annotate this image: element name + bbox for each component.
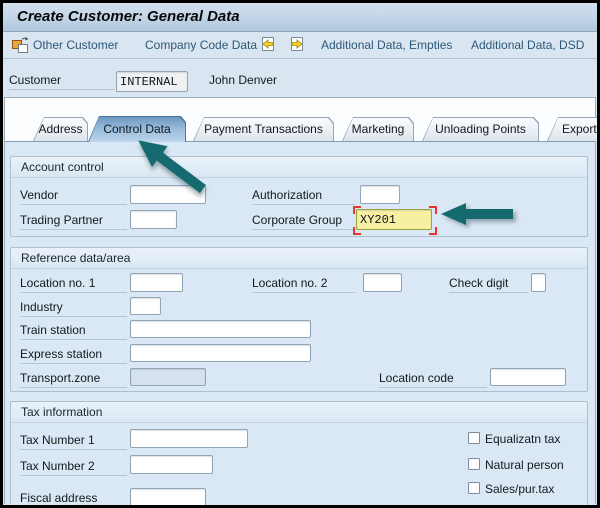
- fiscal-address-label: Fiscal address: [20, 490, 127, 508]
- tab-payment-transactions[interactable]: Payment Transactions: [193, 117, 334, 141]
- location1-input[interactable]: [130, 273, 183, 292]
- natural-person-checkbox[interactable]: [468, 458, 480, 470]
- tax-number2-input[interactable]: [130, 455, 213, 474]
- next-screen-icon[interactable]: [289, 36, 305, 53]
- location-code-label: Location code: [379, 370, 487, 388]
- natural-person-label: Natural person: [485, 458, 564, 472]
- customer-label: Customer: [9, 72, 115, 90]
- page-title: Create Customer: General Data: [17, 8, 240, 25]
- company-code-data-button[interactable]: Company Code Data: [145, 38, 257, 52]
- industry-label: Industry: [20, 299, 127, 317]
- customer-header-area: Customer John Denver: [3, 59, 597, 97]
- application-toolbar: Other Customer Company Code Data Additio…: [3, 32, 597, 59]
- customer-input[interactable]: [116, 71, 188, 92]
- location-code-input[interactable]: [490, 368, 566, 386]
- train-station-input[interactable]: [130, 320, 311, 338]
- tab-unloading-points[interactable]: Unloading Points: [422, 117, 539, 141]
- express-station-label: Express station: [20, 346, 127, 364]
- additional-data-empties-button[interactable]: Additional Data, Empties: [321, 38, 452, 52]
- vendor-label: Vendor: [20, 187, 127, 205]
- train-station-label: Train station: [20, 322, 127, 340]
- other-customer-icon: [11, 36, 29, 53]
- title-bar: Create Customer: General Data: [3, 3, 597, 32]
- industry-input[interactable]: [130, 297, 161, 315]
- tax-number2-label: Tax Number 2: [20, 458, 127, 476]
- account-control-title: Account control: [21, 160, 104, 174]
- selection-corner-icon: [353, 227, 361, 235]
- reference-data-title: Reference data/area: [21, 251, 130, 265]
- tax-information-title: Tax information: [21, 405, 102, 419]
- transport-zone-label: Transport.zone: [20, 370, 127, 388]
- additional-data-dsd-button[interactable]: Additional Data, DSD: [471, 38, 584, 52]
- tax-number1-input[interactable]: [130, 429, 248, 448]
- tax-number1-label: Tax Number 1: [20, 432, 127, 450]
- corporate-group-label: Corporate Group: [252, 212, 355, 230]
- sales-pur-tax-checkbox[interactable]: [468, 482, 480, 494]
- corporate-group-input[interactable]: [356, 209, 432, 230]
- tax-information-header: Tax information: [11, 402, 587, 423]
- trading-partner-label: Trading Partner: [20, 212, 127, 230]
- reference-data-header: Reference data/area: [11, 248, 587, 269]
- equalizatn-tax-checkbox[interactable]: [468, 432, 480, 444]
- location2-input[interactable]: [363, 273, 402, 292]
- sap-window: Create Customer: General Data Other Cust…: [0, 0, 600, 508]
- selection-corner-icon: [429, 206, 437, 214]
- sales-pur-tax-label: Sales/pur.tax: [485, 482, 554, 496]
- previous-screen-icon[interactable]: [260, 36, 276, 53]
- equalizatn-tax-label: Equalizatn tax: [485, 432, 560, 446]
- check-digit-input[interactable]: [531, 273, 546, 292]
- customer-name-text: John Denver: [209, 72, 277, 89]
- location1-label: Location no. 1: [20, 275, 127, 293]
- check-digit-label: Check digit: [449, 275, 528, 293]
- authorization-label: Authorization: [252, 187, 355, 205]
- location2-label: Location no. 2: [252, 275, 356, 293]
- annotation-arrow-field-icon: [440, 202, 514, 226]
- trading-partner-input[interactable]: [130, 210, 177, 229]
- selection-corner-icon: [353, 206, 361, 214]
- selection-corner-icon: [429, 227, 437, 235]
- fiscal-address-input[interactable]: [130, 488, 206, 507]
- express-station-input[interactable]: [130, 344, 311, 362]
- transport-zone-input[interactable]: [130, 368, 206, 386]
- authorization-input[interactable]: [360, 185, 400, 204]
- account-control-header: Account control: [11, 157, 587, 178]
- other-customer-button[interactable]: Other Customer: [33, 38, 118, 52]
- tab-marketing[interactable]: Marketing: [342, 117, 414, 141]
